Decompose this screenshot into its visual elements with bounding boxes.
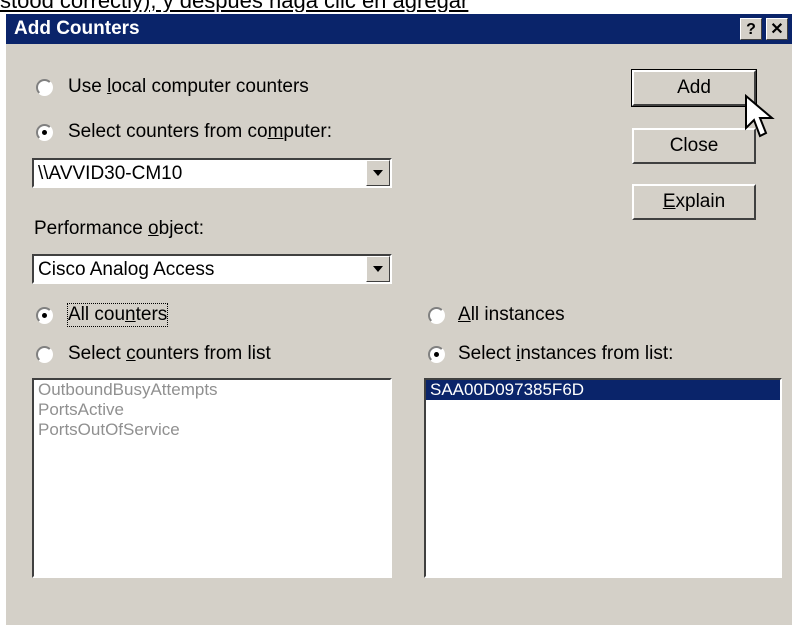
performance-object-combobox[interactable]: Cisco Analog Access — [32, 254, 392, 284]
label-part: bject: — [158, 218, 205, 239]
label-part: xplain — [675, 191, 726, 212]
list-item[interactable]: SAA00D097385F6D — [426, 380, 780, 400]
performance-object-label: Performance object: — [34, 218, 204, 240]
computer-combobox[interactable]: \\AVVID30-CM10 — [32, 158, 392, 188]
all-counters-label[interactable]: All counters — [66, 303, 169, 327]
performance-object-dropdown-icon[interactable] — [366, 256, 390, 282]
accel-key: n — [125, 304, 136, 325]
accel-key: E — [662, 191, 676, 212]
local-counters-radio[interactable] — [36, 79, 53, 96]
label-part: ounters from list — [135, 343, 271, 364]
window-title: Add Counters — [14, 18, 140, 39]
all-instances-radio[interactable] — [428, 307, 445, 324]
all-instances-label[interactable]: All instances — [458, 304, 565, 326]
remote-computer-label[interactable]: Select counters from computer: — [68, 121, 332, 143]
accel-key: o — [148, 218, 159, 239]
instances-listbox[interactable]: SAA00D097385F6D — [424, 378, 782, 578]
list-item[interactable]: OutboundBusyAttempts — [34, 380, 390, 400]
close-button[interactable]: Close — [632, 128, 756, 164]
label-part: Select counters from co — [68, 121, 268, 142]
close-window-button[interactable]: ✕ — [766, 18, 788, 40]
label-part: Use — [68, 76, 108, 97]
select-instances-label[interactable]: Select instances from list: — [458, 343, 673, 365]
list-item[interactable]: PortsActive — [34, 400, 390, 420]
all-counters-radio[interactable] — [36, 307, 53, 324]
computer-dropdown-icon[interactable] — [366, 160, 390, 186]
label-part: All cou — [68, 304, 126, 325]
explain-button[interactable]: Explain — [632, 184, 756, 220]
accel-key: m — [267, 121, 284, 142]
label-part: Select — [68, 343, 127, 364]
title-bar: Add Counters ? ✕ — [6, 14, 792, 44]
counters-listbox[interactable]: OutboundBusyAttempts PortsActive PortsOu… — [32, 378, 392, 578]
local-counters-label[interactable]: Use local computer counters — [68, 76, 309, 98]
label-part: Select — [458, 343, 517, 364]
accel-key: c — [126, 343, 136, 364]
computer-value: \\AVVID30-CM10 — [38, 163, 183, 184]
add-counters-dialog: Add Counters ? ✕ Use local computer coun… — [4, 12, 792, 625]
add-button[interactable]: Add — [631, 69, 757, 107]
list-item[interactable]: PortsOutOfService — [34, 420, 390, 440]
performance-object-value: Cisco Analog Access — [38, 259, 215, 280]
label-part: puter: — [283, 121, 333, 142]
select-counters-label[interactable]: Select counters from list — [68, 343, 271, 365]
label-part: ters — [135, 304, 168, 325]
background-text: stood correctly), y despues haga clic en… — [0, 0, 792, 12]
label-part: nstances from list: — [520, 343, 674, 364]
select-instances-radio[interactable] — [428, 346, 445, 363]
label-part: Performance — [34, 218, 149, 239]
accel-key: A — [458, 304, 471, 325]
mouse-cursor-icon — [745, 94, 775, 138]
help-button[interactable]: ? — [740, 18, 762, 40]
remote-computer-radio[interactable] — [36, 124, 53, 141]
label-part: ocal computer counters — [111, 76, 309, 97]
label-part: ll instances — [470, 304, 565, 325]
select-counters-radio[interactable] — [36, 346, 53, 363]
